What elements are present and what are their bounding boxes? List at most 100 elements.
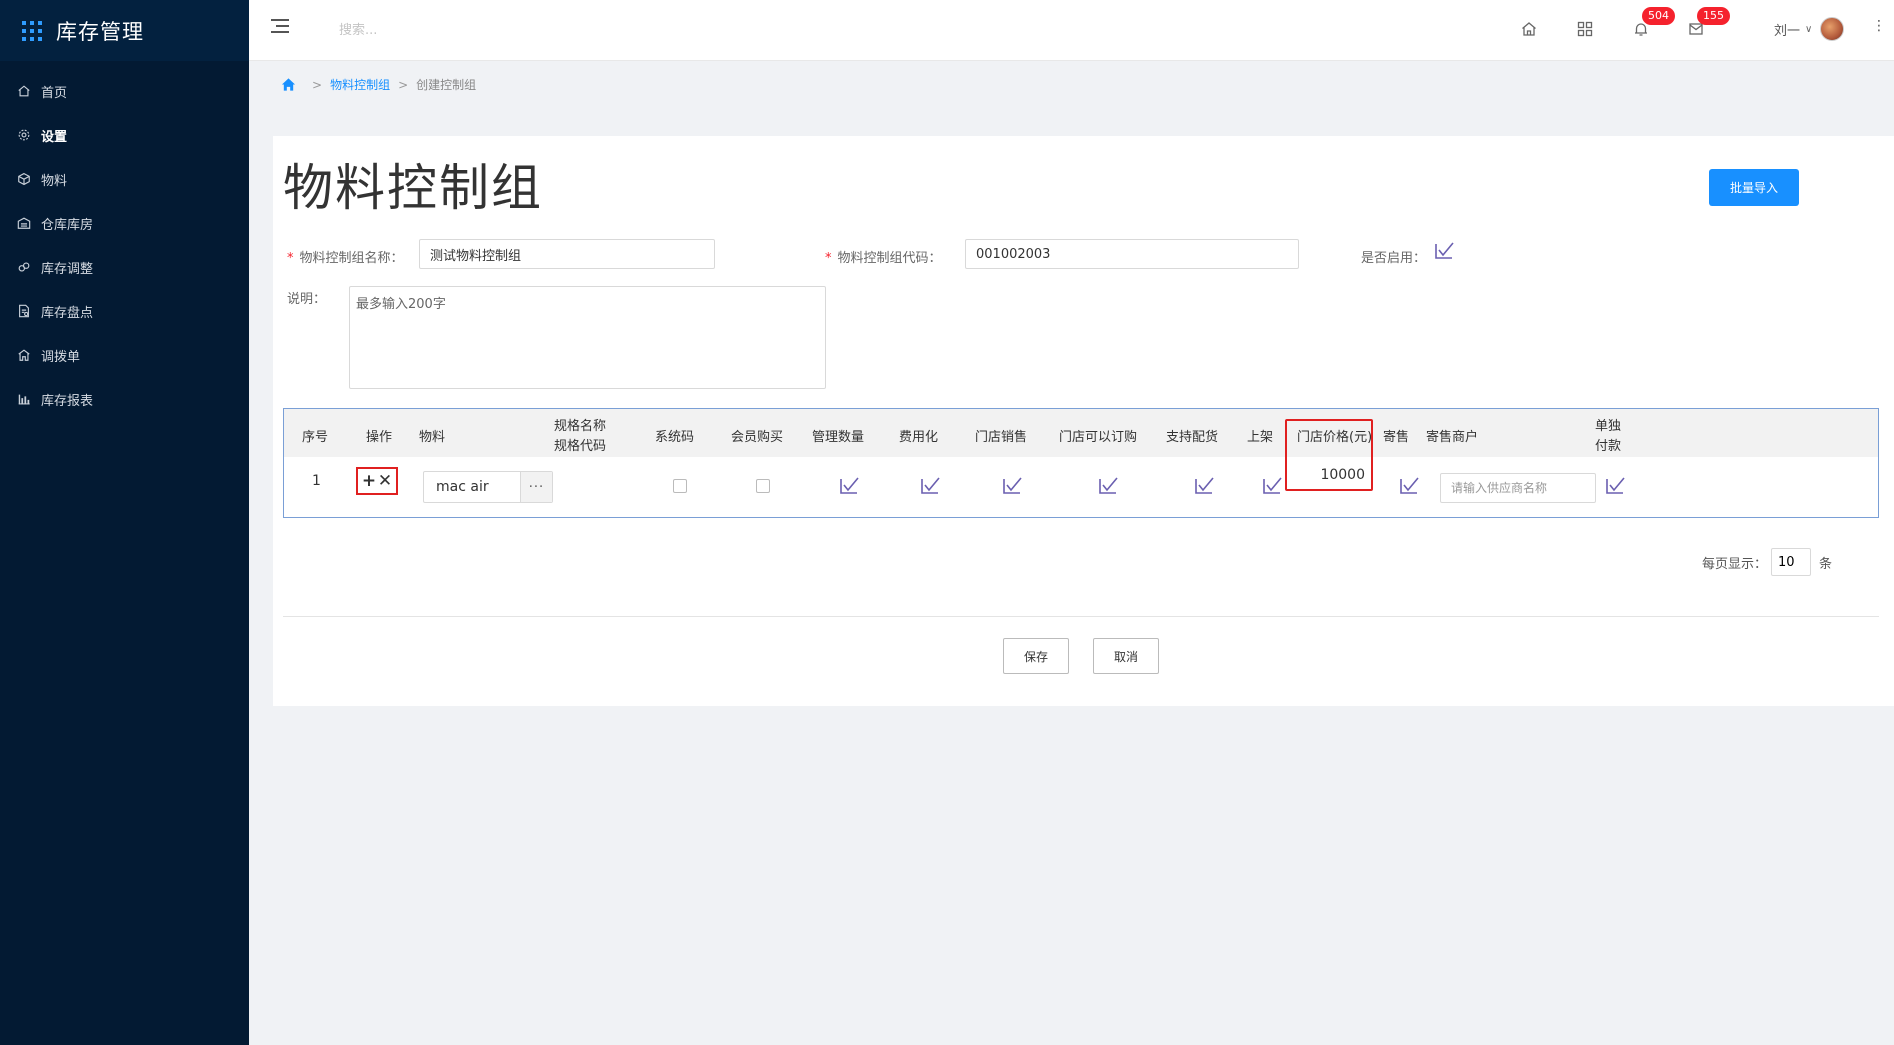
- col-seq: 序号: [302, 430, 329, 445]
- sidebar-item-material[interactable]: 物料: [0, 157, 249, 201]
- consign-checkbox[interactable]: [1400, 477, 1419, 494]
- description-textarea[interactable]: [349, 286, 826, 389]
- col-listed: 上架: [1247, 430, 1274, 445]
- user-name: 刘一: [1774, 23, 1801, 39]
- code-input[interactable]: [965, 239, 1299, 269]
- manage-qty-checkbox[interactable]: [840, 477, 859, 494]
- page-size-input[interactable]: [1771, 548, 1812, 576]
- home-icon[interactable]: [1520, 20, 1538, 38]
- col-member-buy: 会员购买: [731, 430, 784, 445]
- sidebar-item-stock-adjust[interactable]: 库存调整: [0, 245, 249, 289]
- divider: [283, 616, 1879, 617]
- page-title: 物料控制组: [283, 159, 543, 217]
- store-price-cell[interactable]: 10000: [1285, 419, 1373, 491]
- page-size-control: 每页显示： 条: [1702, 548, 1832, 576]
- material-select[interactable]: mac air ···: [423, 471, 553, 503]
- sidebar-item-label: 库存调整: [41, 261, 94, 277]
- col-store-order: 门店可以订购: [1059, 430, 1138, 445]
- col-separate-pay: 单独: [1595, 419, 1622, 434]
- home-icon: [17, 84, 31, 98]
- sidebar-item-label: 首页: [41, 85, 68, 101]
- col-ops: 操作: [366, 430, 393, 445]
- listed-checkbox[interactable]: [1263, 477, 1282, 494]
- page-size-label: 每页显示：: [1702, 556, 1768, 572]
- chevron-down-icon: ∨: [1805, 23, 1813, 35]
- breadcrumb-parent[interactable]: 物料控制组: [330, 76, 390, 93]
- sidebar-item-label: 库存盘点: [41, 305, 94, 321]
- row-seq: 1: [312, 473, 321, 489]
- gear-icon: [17, 128, 31, 142]
- sidebar: 库存管理 首页 设置 物料 仓库库房 库存调整 库存盘点 调拨单 库存报表: [0, 0, 249, 1045]
- message-badge: 155: [1697, 7, 1730, 25]
- separate-pay-checkbox[interactable]: [1606, 477, 1625, 494]
- sidebar-item-home[interactable]: 首页: [0, 69, 249, 113]
- sidebar-item-label: 物料: [41, 173, 68, 189]
- page-size-unit: 条: [1819, 556, 1833, 572]
- home-icon[interactable]: [281, 77, 296, 92]
- bar-chart-icon: [17, 392, 31, 406]
- col-manage-qty: 管理数量: [812, 430, 865, 445]
- sidebar-item-settings[interactable]: 设置: [0, 113, 249, 157]
- member-buy-checkbox[interactable]: [756, 479, 770, 493]
- enabled-label: 是否启用：: [1361, 251, 1427, 266]
- name-label: * 物料控制组名称：: [287, 251, 404, 266]
- sidebar-item-warehouse[interactable]: 仓库库房: [0, 201, 249, 245]
- sidebar-item-label: 仓库库房: [41, 217, 94, 233]
- adjust-icon: [17, 260, 31, 274]
- breadcrumb-separator: >: [398, 77, 409, 92]
- sidebar-item-label: 调拨单: [41, 349, 81, 365]
- sidebar-nav: 首页 设置 物料 仓库库房 库存调整 库存盘点 调拨单 库存报表: [0, 69, 249, 421]
- description-label: 说明：: [287, 292, 327, 307]
- more-vertical-icon[interactable]: ⋮: [1872, 18, 1886, 34]
- col-system-code: 系统码: [655, 430, 695, 445]
- material-table: 序号 操作 物料 规格名称 规格代码 系统码 会员购买 管理数量 费用化 门店销…: [283, 408, 1879, 518]
- user-menu[interactable]: 刘一 ∨: [1774, 17, 1845, 41]
- transfer-icon: [17, 348, 31, 362]
- sidebar-item-stock-count[interactable]: 库存盘点: [0, 289, 249, 333]
- col-spec-code: 规格代码: [554, 439, 607, 454]
- col-material: 物料: [419, 430, 446, 445]
- warehouse-icon: [17, 216, 31, 230]
- col-delivery: 支持配货: [1166, 430, 1219, 445]
- add-row-icon[interactable]: +: [362, 472, 376, 490]
- cancel-button[interactable]: 取消: [1093, 638, 1159, 674]
- col-store-sale: 门店销售: [975, 430, 1028, 445]
- enabled-checkbox[interactable]: [1435, 242, 1454, 259]
- row-ops: + ✕: [356, 467, 398, 495]
- app-title: 库存管理: [56, 19, 144, 44]
- save-button[interactable]: 保存: [1003, 638, 1069, 674]
- sidebar-item-label: 库存报表: [41, 393, 94, 409]
- delivery-checkbox[interactable]: [1195, 477, 1214, 494]
- store-price-value: 10000: [1320, 467, 1365, 483]
- col-separate-pay-2: 付款: [1595, 439, 1622, 454]
- material-value: mac air: [436, 479, 489, 495]
- message-icon[interactable]: 155: [1687, 7, 1730, 38]
- more-options-icon[interactable]: ···: [520, 472, 552, 502]
- bell-icon[interactable]: 504: [1632, 7, 1675, 38]
- expense-checkbox[interactable]: [921, 477, 940, 494]
- batch-import-button[interactable]: 批量导入: [1709, 169, 1799, 206]
- app-logo[interactable]: 库存管理: [0, 0, 249, 61]
- form-card: 物料控制组 批量导入 *物料控制组名称： *物料控制组代码： 是否启用： 说明：…: [273, 136, 1894, 706]
- breadcrumb-separator: >: [312, 77, 323, 92]
- apps-icon[interactable]: [1576, 20, 1594, 38]
- store-order-checkbox[interactable]: [1099, 477, 1118, 494]
- apps-grid-icon: [22, 20, 42, 41]
- topbar: 504 155 刘一 ∨ ⋮: [249, 0, 1894, 61]
- name-input[interactable]: [419, 239, 715, 269]
- delete-row-icon[interactable]: ✕: [378, 472, 392, 490]
- avatar: [1820, 17, 1845, 41]
- store-sale-checkbox[interactable]: [1003, 477, 1022, 494]
- system-code-checkbox[interactable]: [673, 479, 687, 493]
- breadcrumb-current: 创建控制组: [416, 78, 477, 92]
- sidebar-item-label: 设置: [41, 129, 68, 145]
- code-label: * 物料控制组代码：: [825, 251, 942, 266]
- col-consign: 寄售: [1383, 430, 1410, 445]
- col-expense: 费用化: [899, 430, 939, 445]
- search-input[interactable]: [339, 18, 539, 42]
- sidebar-item-stock-report[interactable]: 库存报表: [0, 377, 249, 421]
- menu-toggle-icon[interactable]: [271, 19, 289, 35]
- vendor-input[interactable]: [1440, 473, 1596, 503]
- cube-icon: [17, 172, 31, 186]
- sidebar-item-transfer[interactable]: 调拨单: [0, 333, 249, 377]
